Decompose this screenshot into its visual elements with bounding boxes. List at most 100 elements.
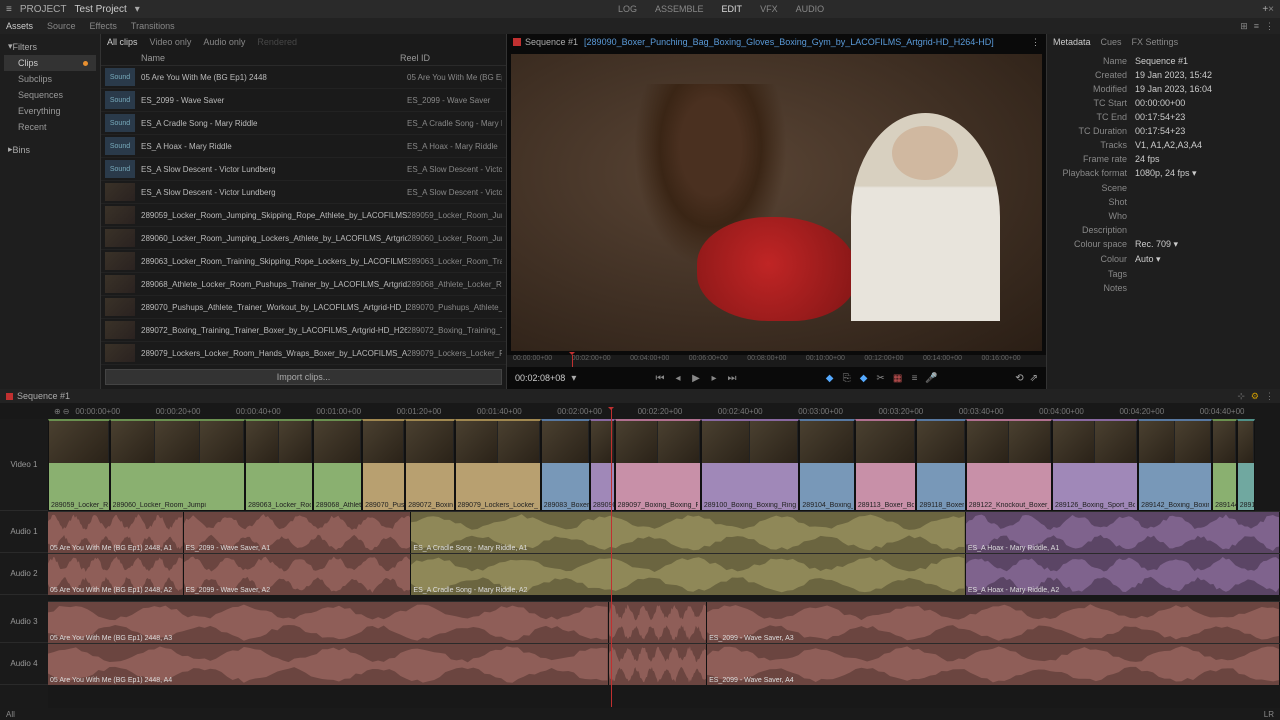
clip-row[interactable]: ES_A Slow Descent - Victor LundbergES_A … xyxy=(101,181,506,204)
audio-clip[interactable] xyxy=(609,644,708,685)
audio-clip[interactable]: 05 Are You With Me (BG Ep1) 2448, A2 xyxy=(48,554,184,595)
lr-label[interactable]: LR xyxy=(1264,710,1274,719)
clip-row[interactable]: 289068_Athlete_Locker_Room_Pushups_Train… xyxy=(101,273,506,296)
zoom-in-icon[interactable]: ⊕ xyxy=(54,407,61,416)
clip-row[interactable]: SoundES_A Cradle Song - Mary RiddleES_A … xyxy=(101,112,506,135)
sequence-tab[interactable]: Sequence #1 xyxy=(17,391,70,401)
video-clip[interactable]: 289097_Boxing_Boxing_Ring_Boxer xyxy=(615,419,701,511)
clip-row[interactable]: 289059_Locker_Room_Jumping_Skipping_Rope… xyxy=(101,204,506,227)
tab-assets[interactable]: Assets xyxy=(6,21,33,31)
chevron-down-icon[interactable]: ▾ xyxy=(1154,254,1161,264)
step-forward-icon[interactable]: ▸ xyxy=(708,372,720,384)
step-back-icon[interactable]: ◂ xyxy=(672,372,684,384)
col-name[interactable]: Name xyxy=(107,53,400,63)
mark-in-icon[interactable]: ◆ xyxy=(824,372,836,384)
audio-clip[interactable]: 05 Are You With Me (BG Ep1) 2448, A3 xyxy=(48,602,609,643)
import-button[interactable]: Import clips... xyxy=(105,369,502,385)
audio-clip[interactable]: ES_2099 - Wave Saver, A4 xyxy=(707,644,1280,685)
audio-clip[interactable]: ES_A Hoax - Mary Riddle, A2 xyxy=(966,554,1280,595)
filter-clips[interactable]: Clips xyxy=(4,55,96,71)
list-icon[interactable]: ≡ xyxy=(909,372,921,384)
chevron-down-icon[interactable]: ▾ xyxy=(1190,168,1197,178)
grid-icon[interactable]: ▦ xyxy=(892,372,904,384)
menu-icon[interactable]: ⋮ xyxy=(1031,37,1040,48)
video-clip[interactable]: 289083_Boxer_Hands xyxy=(541,419,590,511)
video-clip[interactable]: 289126_Boxing_Sport_Boxer_Pun xyxy=(1052,419,1138,511)
filter-sequences[interactable]: Sequences xyxy=(4,87,96,103)
bins-header[interactable]: Bins xyxy=(13,145,31,155)
menu-vfx[interactable]: VFX xyxy=(760,4,778,14)
video-clip[interactable]: 289100_Boxing_Boxing_Ring_Boxing_Jud xyxy=(701,419,800,511)
timecode[interactable]: 00:02:08+08 xyxy=(515,373,565,383)
clips-tab[interactable]: All clips xyxy=(107,37,138,47)
audio-clip[interactable]: ES_2099 - Wave Saver, A3 xyxy=(707,602,1280,643)
filter-recent[interactable]: Recent xyxy=(4,119,96,135)
video-clip[interactable]: 289068_Athlete_Locker xyxy=(313,419,362,511)
chevron-down-icon[interactable]: ▾ xyxy=(1171,239,1178,249)
skip-end-icon[interactable]: ⏭ xyxy=(726,372,738,384)
audio-clip[interactable]: 05 Are You With Me (BG Ep1) 2448, A1 xyxy=(48,512,184,553)
video-clip[interactable]: 289142_Boxing_Boxing_Ring_Rivals_Competi… xyxy=(1138,419,1212,511)
clip-row[interactable]: 289079_Lockers_Locker_Room_Hands_Wraps_B… xyxy=(101,342,506,365)
clips-tab[interactable]: Rendered xyxy=(257,37,297,47)
track-header-a4[interactable]: Audio 4 xyxy=(0,643,48,685)
video-clip[interactable]: 289113_Boxer_Boxing_Boxi xyxy=(855,419,917,511)
menu-audio[interactable]: AUDIO xyxy=(796,4,825,14)
clip-row[interactable]: Sound05 Are You With Me (BG Ep1) 244805 … xyxy=(101,66,506,89)
settings-icon[interactable]: ⚙ xyxy=(1251,391,1259,402)
audio-clip[interactable]: ES_A Hoax - Mary Riddle, A1 xyxy=(966,512,1280,553)
tab-source[interactable]: Source xyxy=(47,21,76,31)
tab-transitions[interactable]: Transitions xyxy=(131,21,175,31)
video-clip[interactable]: 289060_Locker_Room_Jumpi xyxy=(110,419,246,511)
snap-icon[interactable]: ⊹ xyxy=(1237,391,1245,402)
col-reel[interactable]: Reel ID xyxy=(400,53,500,63)
audio-clip[interactable]: ES_2099 - Wave Saver, A2 xyxy=(184,554,412,595)
hamburger-icon[interactable]: ≡ xyxy=(6,4,12,15)
all-label[interactable]: All xyxy=(6,710,15,719)
link-icon[interactable]: ⎘ xyxy=(841,372,853,384)
track-header-a2[interactable]: Audio 2 xyxy=(0,553,48,595)
viewer-display[interactable] xyxy=(511,54,1042,351)
chevron-down-icon[interactable]: ▾ xyxy=(571,373,576,384)
filter-everything[interactable]: Everything xyxy=(4,103,96,119)
video-clip[interactable]: 289079_Lockers_Locker_Room_Hands xyxy=(455,419,541,511)
more-icon[interactable]: ⋮ xyxy=(1265,391,1274,402)
close-icon[interactable]: × xyxy=(1268,4,1274,15)
clips-tab[interactable]: Audio only xyxy=(203,37,245,47)
video-clip[interactable]: 289118_Boxer_Boxing xyxy=(916,419,965,511)
video-clip[interactable]: 289072_Boxing_Tr xyxy=(405,419,454,511)
timeline-playhead[interactable] xyxy=(611,407,612,707)
loop-icon[interactable]: ⟲ xyxy=(1015,373,1023,384)
audio-clip[interactable]: ES_2099 - Wave Saver, A1 xyxy=(184,512,412,553)
more-icon[interactable]: ⋮ xyxy=(1265,21,1274,32)
skip-start-icon[interactable]: ⏮ xyxy=(654,372,666,384)
video-clip[interactable]: 289144_t xyxy=(1212,419,1237,511)
video-clip[interactable]: 289122_Knockout_Boxer_Bruised_Boxi xyxy=(966,419,1052,511)
meta-tab[interactable]: Metadata xyxy=(1053,37,1091,47)
tab-effects[interactable]: Effects xyxy=(90,21,117,31)
clip-row[interactable]: SoundES_2099 - Wave SaverES_2099 - Wave … xyxy=(101,89,506,112)
clips-tab[interactable]: Video only xyxy=(150,37,192,47)
clip-row[interactable]: 289072_Boxing_Training_Trainer_Boxer_by_… xyxy=(101,319,506,342)
playhead-icon[interactable] xyxy=(572,355,573,367)
audio-clip[interactable]: 05 Are You With Me (BG Ep1) 2448, A4 xyxy=(48,644,609,685)
video-clip[interactable]: 289059_Locker_Room_Jump xyxy=(48,419,110,511)
video-clip[interactable]: 289063_Locker_Room_Training_Sk xyxy=(245,419,313,511)
clip-row[interactable]: SoundES_A Slow Descent - Victor Lundberg… xyxy=(101,158,506,181)
menu-edit[interactable]: EDIT xyxy=(722,4,743,14)
track-header-a1[interactable]: Audio 1 xyxy=(0,511,48,553)
track-header-v1[interactable]: Video 1 xyxy=(0,419,48,511)
audio-clip[interactable] xyxy=(609,602,708,643)
meta-tab[interactable]: FX Settings xyxy=(1132,37,1179,47)
cut-icon[interactable]: ✂ xyxy=(875,372,887,384)
clip-row[interactable]: 289060_Locker_Room_Jumping_Lockers_Athle… xyxy=(101,227,506,250)
mark-out-icon[interactable]: ◆ xyxy=(858,372,870,384)
audio-clip[interactable]: ES_A Cradle Song - Mary Riddle, A1 xyxy=(411,512,965,553)
clip-row[interactable]: 289070_Pushups_Athlete_Trainer_Workout_b… xyxy=(101,296,506,319)
video-clip[interactable]: 289070_Pushups xyxy=(362,419,405,511)
export-icon[interactable]: ⇗ xyxy=(1030,373,1038,384)
menu-assemble[interactable]: ASSEMBLE xyxy=(655,4,704,14)
zoom-out-icon[interactable]: ⊖ xyxy=(63,407,70,416)
grid-icon[interactable]: ⊞ xyxy=(1240,21,1248,32)
mic-icon[interactable]: 🎤 xyxy=(926,372,938,384)
